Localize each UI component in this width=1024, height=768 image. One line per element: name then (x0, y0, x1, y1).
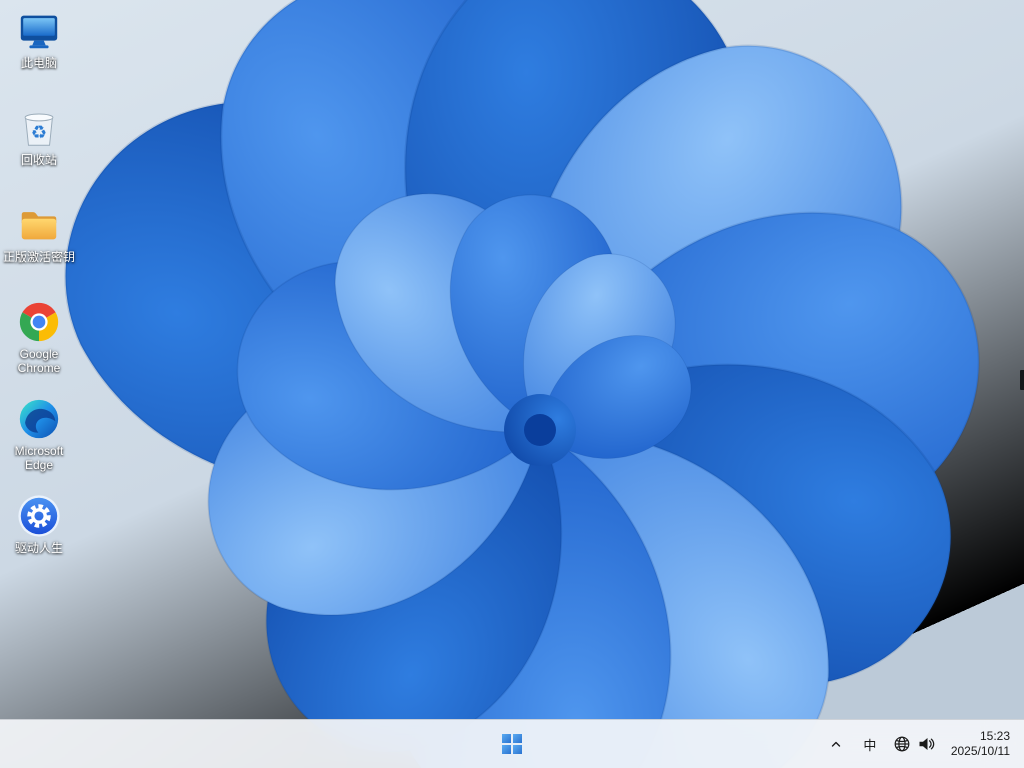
icon-label: 回收站 (20, 153, 57, 167)
folder-icon (21, 212, 57, 240)
ime-label: 中 (863, 737, 877, 753)
desktop-icon-driver-life[interactable]: 驱动人生 (1, 493, 77, 555)
desktop-icon-microsoft-edge[interactable]: Microsoft Edge (1, 396, 77, 472)
speaker-icon (919, 738, 935, 750)
edge-icon (19, 399, 59, 439)
globe-network-icon (894, 736, 910, 752)
tray-overflow-button[interactable] (819, 724, 853, 764)
recycle-bin-icon: ♻ (24, 113, 54, 146)
icon-label: 驱动人生 (14, 541, 63, 555)
clock-time: 15:23 (979, 729, 1010, 743)
start-button[interactable] (492, 724, 532, 764)
svg-text:♻: ♻ (31, 123, 47, 143)
network-volume-button[interactable] (887, 724, 941, 764)
wallpaper-bloom (0, 0, 1024, 768)
clock-date: 2025/10/11 (950, 744, 1010, 758)
icon-label: Google Chrome (17, 347, 61, 375)
mouse-cursor (1020, 370, 1024, 390)
ime-indicator[interactable]: 中 (853, 724, 887, 764)
desktop-icon-activation-key-folder[interactable]: 正版激活密钥 (1, 202, 77, 264)
desktop-icon-recycle-bin[interactable]: ♻ 回收站 (1, 105, 77, 167)
taskbar-clock[interactable]: 15:23 2025/10/11 (941, 724, 1018, 764)
icon-label: Microsoft Edge (14, 444, 64, 472)
chrome-icon (19, 302, 59, 342)
gear-badge-icon (18, 495, 60, 537)
chevron-up-icon (831, 741, 841, 747)
system-tray: 中 15:23 2025/10/11 (819, 720, 1018, 768)
desktop: 此电脑 ♻ 回收站 正版激活密钥 Google Chrome Microsoft… (0, 0, 1024, 768)
icon-label: 正版激活密钥 (2, 250, 75, 264)
desktop-icon-google-chrome[interactable]: Google Chrome (1, 299, 77, 375)
windows-logo-icon (502, 734, 522, 754)
taskbar: 中 15:23 2025/10/11 (0, 719, 1024, 768)
desktop-icon-this-pc[interactable]: 此电脑 (1, 8, 77, 70)
this-pc-icon (20, 15, 58, 49)
icon-label: 此电脑 (20, 56, 57, 70)
